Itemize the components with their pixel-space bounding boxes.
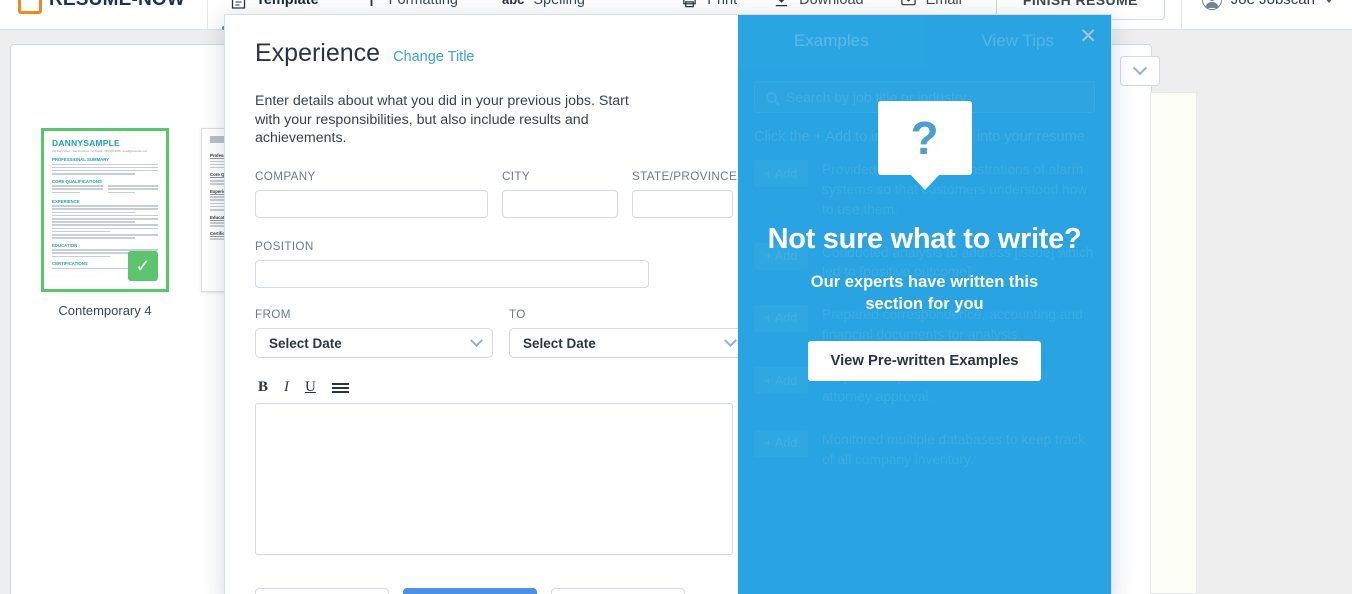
add-new-button[interactable]: ADD NEW: [255, 588, 389, 594]
italic-button[interactable]: I: [284, 380, 289, 395]
document-icon: [231, 0, 246, 9]
template-name: Contemporary 4: [58, 303, 152, 318]
template-thumbnail[interactable]: DANNYSAMPLE 100 Main Street · San Franci…: [41, 128, 169, 292]
editor-toolbar: B I U: [255, 380, 706, 403]
position-row: POSITION: [240, 240, 706, 289]
template-preview-section: EDUCATION: [52, 242, 78, 248]
avatar: [1201, 0, 1222, 10]
to-date-value: Select Date: [523, 335, 596, 351]
from-date-select[interactable]: Select Date: [255, 328, 493, 359]
list-bullets-icon[interactable]: [331, 382, 349, 393]
modal-action-buttons: ADD NEW SAVE CHANGES CANCEL: [240, 588, 706, 594]
from-group: FROM Select Date: [255, 308, 493, 359]
position-input[interactable]: [255, 260, 649, 289]
company-input[interactable]: [255, 190, 488, 219]
nav-item-download-label: Download: [799, 0, 864, 8]
company-group: COMPANY: [255, 170, 488, 219]
chevron-down-icon: [1324, 0, 1334, 3]
template-preview-section: CORE QUALIFICATIONS: [52, 178, 102, 184]
brand-logo[interactable]: RESUME-NOW: [0, 0, 209, 30]
text-format-icon: [370, 0, 373, 6]
modal-title: Experience: [255, 39, 381, 67]
printer-icon: [683, 0, 697, 8]
city-label: CITY: [502, 170, 531, 184]
nav-item-spelling-label: Spelling: [533, 0, 585, 8]
city-input[interactable]: [502, 190, 618, 219]
position-label: POSITION: [255, 240, 314, 254]
examples-panel: Examples View Tips Search by job title o…: [738, 15, 1111, 594]
to-label: TO: [509, 308, 526, 322]
nav-item-formatting-label: Formatting: [389, 0, 458, 8]
brand-name: RESUME-NOW: [49, 0, 185, 11]
sidebar-collapse-button[interactable]: [1120, 56, 1160, 86]
nav-item-template-label: Template: [256, 0, 319, 8]
template-preview-section: EXPERIENCE: [52, 198, 80, 204]
from-date-value: Select Date: [269, 335, 342, 351]
nav-item-print-label: Print: [707, 0, 737, 8]
to-date-select[interactable]: Select Date: [509, 328, 747, 359]
overlay-subhead: Our experts have written this section fo…: [810, 273, 1039, 313]
nav-item-email-label: Email: [926, 0, 962, 8]
question-bubble-icon: ?: [877, 101, 972, 175]
close-icon[interactable]: ✕: [1079, 26, 1097, 47]
from-label: FROM: [255, 308, 291, 322]
abc-spellcheck-icon: abc: [502, 0, 524, 7]
change-title-link[interactable]: Change Title: [393, 49, 474, 65]
underline-button[interactable]: U: [305, 380, 316, 395]
position-group: POSITION: [255, 240, 649, 289]
rich-text-editor: B I U: [240, 380, 733, 560]
company-city-state-row: COMPANY CITY STATE/PROVINCE: [240, 170, 737, 219]
cancel-button[interactable]: CANCEL: [551, 588, 685, 594]
envelope-icon: [900, 0, 916, 6]
not-sure-overlay: ? Not sure what to write? Our experts ha…: [738, 15, 1111, 594]
state-group: STATE/PROVINCE: [632, 170, 738, 219]
right-rail-strip: [1150, 92, 1197, 594]
save-changes-button[interactable]: SAVE CHANGES: [403, 588, 537, 594]
bold-button[interactable]: B: [258, 380, 268, 395]
overlay-headline: Not sure what to write?: [767, 223, 1082, 255]
question-mark-glyph: ?: [910, 112, 939, 164]
state-label: STATE/PROVINCE: [632, 170, 738, 184]
template-preview-section: PROFESSIONAL SUMMARY: [52, 157, 110, 162]
to-group: TO Select Date: [509, 308, 747, 359]
experience-modal: ✕ Experience Change Title Enter details …: [224, 14, 1112, 594]
view-prewritten-examples-button[interactable]: View Pre-written Examples: [808, 340, 1041, 381]
user-name-label: Joe Jobscan: [1231, 0, 1315, 8]
user-menu[interactable]: Joe Jobscan: [1180, 0, 1352, 30]
download-icon: [775, 0, 788, 7]
template-preview-name: DANNYSAMPLE: [52, 138, 120, 148]
description-textarea[interactable]: [255, 403, 733, 556]
chevron-down-icon: [1132, 61, 1148, 76]
experience-form: Experience Change Title Enter details ab…: [225, 15, 747, 594]
company-label: COMPANY: [255, 170, 316, 184]
template-preview-contact: 100 Main Street · San Francisco, CA 9410…: [52, 150, 148, 153]
resume-page-icon: [18, 0, 42, 14]
template-card[interactable]: DANNYSAMPLE 100 Main Street · San Franci…: [41, 128, 169, 318]
modal-title-row: Experience Change Title: [240, 39, 706, 68]
date-range-row: FROM Select Date TO Select Date: [240, 308, 747, 359]
city-group: CITY: [502, 170, 618, 219]
state-input[interactable]: [632, 190, 733, 219]
app-root: RESUME-NOW Template Formatting abc Spell: [0, 0, 1352, 594]
modal-description: Enter details about what you did in your…: [255, 93, 629, 147]
chevron-down-icon: [470, 334, 483, 347]
chevron-down-icon: [724, 334, 737, 347]
selected-check-icon: ✓: [128, 251, 158, 281]
